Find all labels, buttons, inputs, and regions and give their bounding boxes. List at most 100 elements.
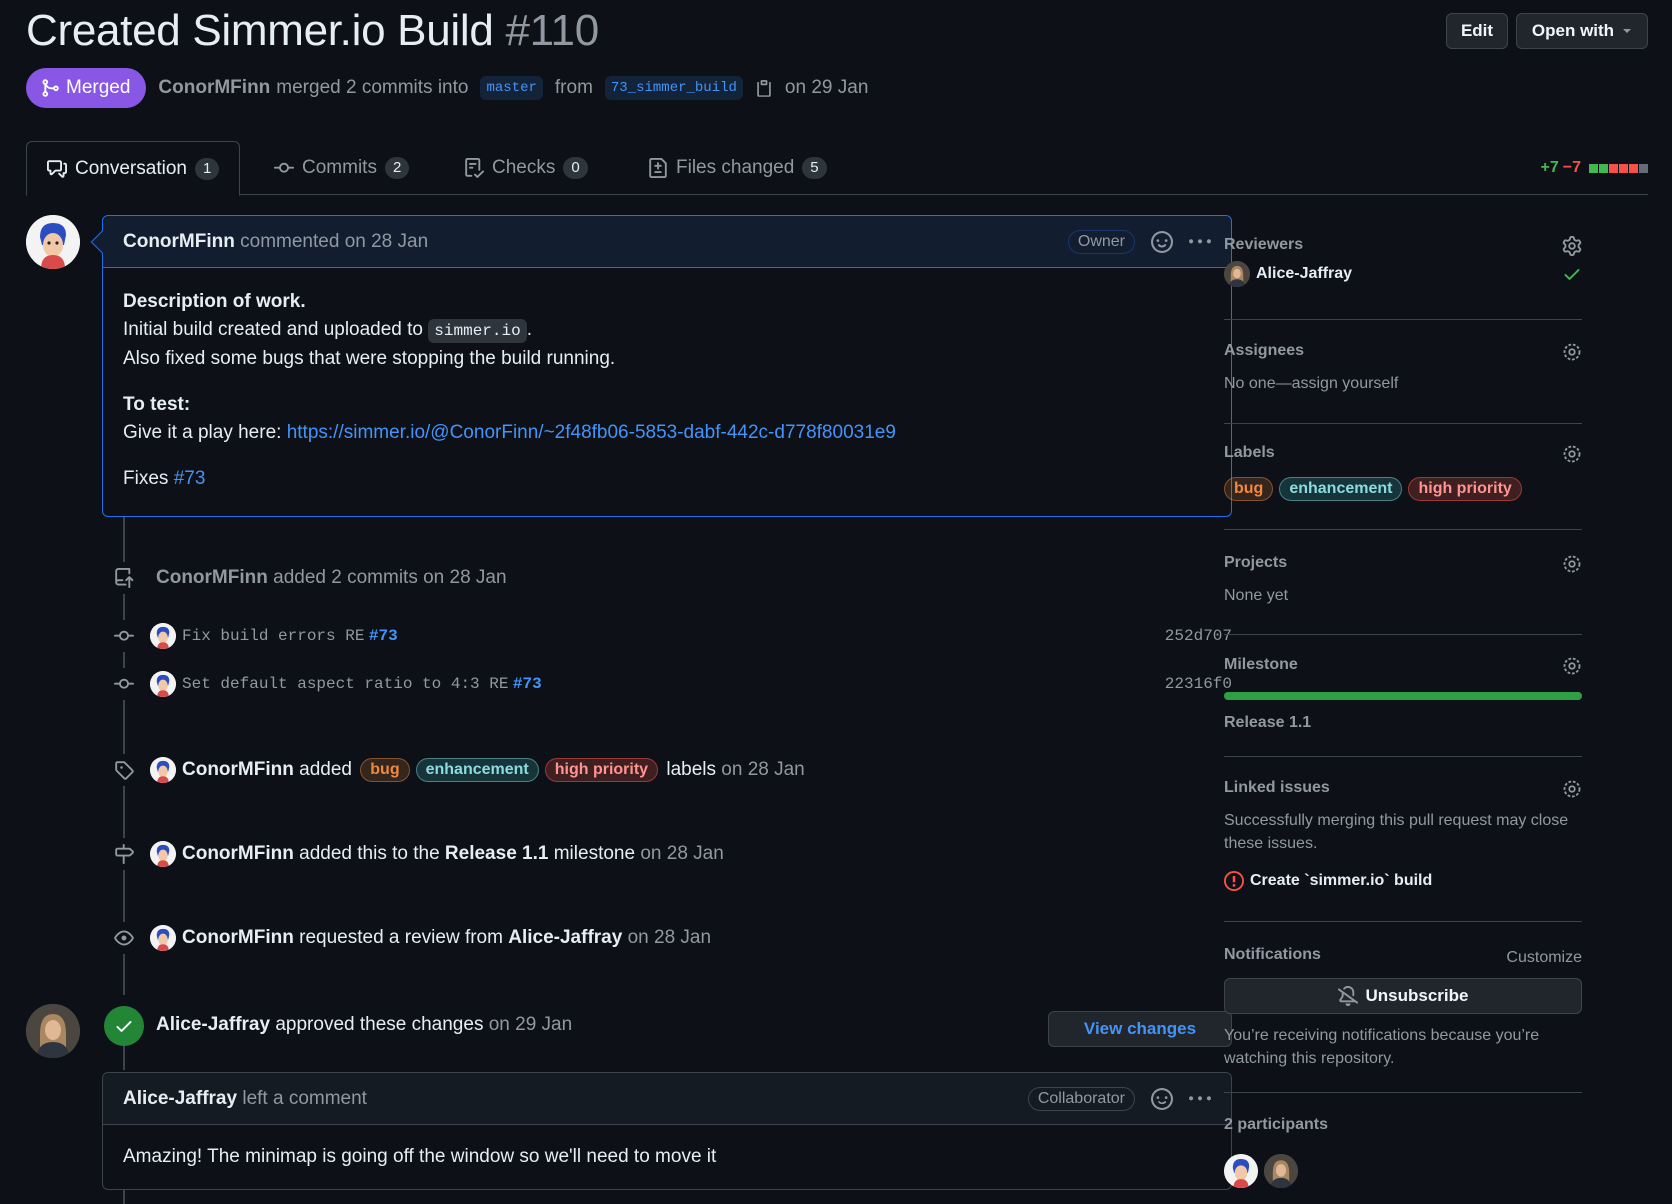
issue-link[interactable]: #73 bbox=[174, 468, 206, 489]
avatar-conormfinn[interactable] bbox=[26, 215, 80, 269]
commit-message[interactable]: Fix build errors RE bbox=[182, 627, 364, 645]
kebab-horizontal-icon[interactable] bbox=[1189, 231, 1211, 253]
participant-avatar-conormfinn[interactable] bbox=[1224, 1154, 1258, 1188]
event-author[interactable]: ConorMFinn bbox=[182, 759, 294, 781]
tag-icon bbox=[108, 754, 140, 786]
avatar-conormfinn[interactable] bbox=[150, 671, 176, 697]
kebab-horizontal-icon[interactable] bbox=[1189, 1088, 1211, 1110]
avatar-conormfinn[interactable] bbox=[150, 757, 176, 783]
description-line-2: Also fixed some bugs that were stopping … bbox=[123, 348, 616, 369]
tab-files-label: Files changed bbox=[676, 157, 795, 178]
description-heading: Description of work. bbox=[123, 291, 306, 312]
reviewer-link[interactable]: Alice-Jaffray bbox=[508, 927, 622, 949]
tab-checks[interactable]: Checks 0 bbox=[444, 141, 608, 195]
sidebar-reviewers-title[interactable]: Reviewers bbox=[1224, 236, 1582, 254]
unsubscribe-button[interactable]: Unsubscribe bbox=[1224, 978, 1582, 1014]
comment-author[interactable]: Alice-Jaffray bbox=[123, 1088, 237, 1110]
eye-icon bbox=[108, 922, 140, 954]
smiley-icon[interactable] bbox=[1151, 1087, 1173, 1110]
labels-added-event: ConorMFinn added bug enhancement high pr… bbox=[108, 754, 805, 786]
assign-yourself-link[interactable]: No one—assign yourself bbox=[1224, 372, 1398, 395]
copy-icon[interactable] bbox=[755, 79, 773, 97]
base-branch[interactable]: master bbox=[480, 76, 543, 100]
commit-issue-ref[interactable]: #73 bbox=[369, 627, 398, 645]
event-author[interactable]: ConorMFinn bbox=[182, 843, 294, 865]
label-high-priority[interactable]: high priority bbox=[1408, 477, 1522, 501]
milestone-event: ConorMFinn added this to the Release 1.1… bbox=[108, 838, 724, 870]
linked-issue-title[interactable]: Create `simmer.io` build bbox=[1250, 872, 1432, 890]
description-line-1: Initial build created and uploaded to si… bbox=[123, 316, 1211, 345]
milestone-link[interactable]: Release 1.1 bbox=[1224, 714, 1311, 732]
repo-push-icon bbox=[108, 562, 140, 594]
event-suffix: labels bbox=[666, 759, 716, 780]
edit-button[interactable]: Edit bbox=[1446, 13, 1508, 49]
pr-author-link[interactable]: ConorMFinn bbox=[158, 77, 270, 99]
commit-message[interactable]: Set default aspect ratio to 4:3 RE bbox=[182, 675, 508, 693]
customize-link[interactable]: Customize bbox=[1506, 946, 1582, 969]
sidebar-milestone-title[interactable]: Milestone bbox=[1224, 656, 1582, 674]
open-with-label: Open with bbox=[1531, 21, 1615, 40]
sidebar-labels-title[interactable]: Labels bbox=[1224, 444, 1582, 462]
event-action: added this to the bbox=[299, 843, 440, 864]
fixes-line: Fixes #73 bbox=[123, 465, 1211, 493]
reviewer-row[interactable]: Alice-Jaffray bbox=[1224, 261, 1352, 287]
label-high-priority[interactable]: high priority bbox=[544, 758, 659, 782]
gear-icon[interactable] bbox=[1562, 656, 1582, 676]
comment-action: left a comment bbox=[242, 1087, 367, 1109]
event-date: on 28 Jan bbox=[627, 927, 712, 948]
test-line-text: Give it a play here: bbox=[123, 422, 282, 443]
event-author[interactable]: ConorMFinn bbox=[156, 567, 268, 589]
comment-date[interactable]: on 28 Jan bbox=[345, 231, 428, 253]
milestone-link[interactable]: Release 1.1 bbox=[445, 843, 549, 865]
label-enhancement[interactable]: enhancement bbox=[1279, 477, 1403, 501]
smiley-icon[interactable] bbox=[1151, 230, 1173, 253]
comment-discussion-icon bbox=[47, 159, 67, 178]
sidebar-linked-title[interactable]: Linked issues bbox=[1224, 779, 1582, 797]
tab-commits[interactable]: Commits 2 bbox=[254, 141, 429, 195]
diff-deletions: −7 bbox=[1562, 159, 1581, 176]
commit-sha[interactable]: 22316f0 bbox=[1165, 675, 1232, 693]
sidebar-labels: Labels bug enhancement high priority bbox=[1224, 444, 1582, 530]
head-branch[interactable]: 73_simmer_build bbox=[604, 76, 743, 100]
avatar-conormfinn[interactable] bbox=[150, 925, 176, 951]
event-action: added 2 commits bbox=[273, 567, 418, 588]
comment-header: ConorMFinn commented on 28 Jan Owner bbox=[103, 216, 1231, 268]
linked-issue-row[interactable]: Create `simmer.io` build bbox=[1224, 871, 1432, 891]
gear-icon[interactable] bbox=[1562, 236, 1582, 256]
open-with-button[interactable]: Open with bbox=[1516, 13, 1648, 49]
check-icon bbox=[1564, 269, 1580, 280]
label-bug[interactable]: bug bbox=[360, 758, 410, 782]
gear-icon[interactable] bbox=[1562, 554, 1582, 574]
sidebar-milestone: Milestone Release 1.1 bbox=[1224, 656, 1582, 757]
avatar-conormfinn[interactable] bbox=[150, 623, 176, 649]
sidebar-projects-title[interactable]: Projects bbox=[1224, 554, 1582, 572]
simmer-link[interactable]: https://simmer.io/@ConorFinn/~2f48fb06-5… bbox=[287, 422, 896, 443]
test-heading: To test: bbox=[123, 394, 191, 415]
comment-action: commented bbox=[240, 230, 340, 252]
tab-conversation[interactable]: Conversation 1 bbox=[26, 141, 241, 196]
fixes-text: Fixes bbox=[123, 468, 169, 489]
avatar-conormfinn[interactable] bbox=[150, 841, 176, 867]
event-author[interactable]: Alice-Jaffray bbox=[156, 1014, 270, 1036]
avatar-alice-jaffray[interactable] bbox=[1224, 261, 1250, 287]
gear-icon[interactable] bbox=[1562, 779, 1582, 799]
sidebar-assignees-title[interactable]: Assignees bbox=[1224, 342, 1582, 360]
label-bug[interactable]: bug bbox=[1224, 477, 1274, 501]
reviewer-name[interactable]: Alice-Jaffray bbox=[1256, 265, 1352, 283]
gear-icon[interactable] bbox=[1562, 342, 1582, 362]
avatar-photo-icon bbox=[1264, 1154, 1298, 1188]
avatar-alice-jaffray[interactable] bbox=[26, 1004, 80, 1058]
label-enhancement[interactable]: enhancement bbox=[415, 758, 539, 782]
status-badge: Merged bbox=[26, 68, 147, 108]
commit-row: Fix build errors RE #73 252d707 bbox=[108, 620, 1232, 652]
gear-icon[interactable] bbox=[1562, 444, 1582, 464]
commit-issue-ref[interactable]: #73 bbox=[513, 675, 542, 693]
comment-author[interactable]: ConorMFinn bbox=[123, 231, 235, 253]
event-date: on 28 Jan bbox=[423, 567, 507, 588]
tab-files-changed[interactable]: Files changed 5 bbox=[628, 141, 847, 195]
participant-avatar-alice-jaffray[interactable] bbox=[1264, 1154, 1298, 1188]
commit-sha[interactable]: 252d707 bbox=[1165, 627, 1232, 645]
test-line: Give it a play here: https://simmer.io/@… bbox=[123, 419, 1211, 447]
view-changes-button[interactable]: View changes bbox=[1048, 1011, 1232, 1047]
event-author[interactable]: ConorMFinn bbox=[182, 927, 294, 949]
